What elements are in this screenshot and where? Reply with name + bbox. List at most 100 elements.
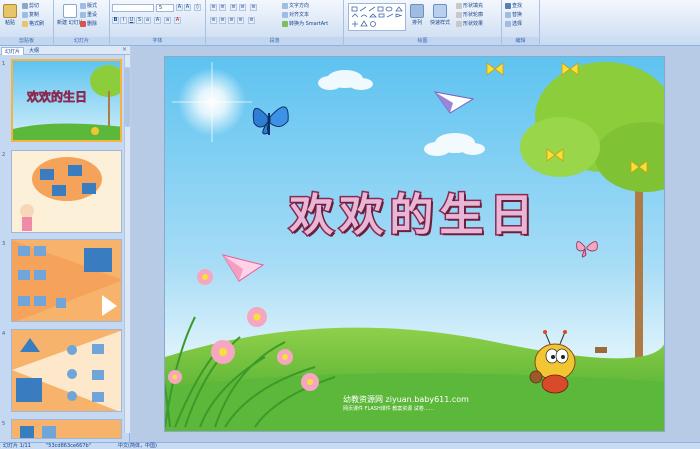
slide-4-preview bbox=[12, 330, 121, 411]
slide-1-preview: 欢欢的生日 bbox=[13, 61, 120, 140]
font-color-button[interactable]: A bbox=[174, 17, 181, 24]
replace-icon bbox=[505, 11, 511, 18]
layout-button[interactable]: 版式 bbox=[80, 2, 97, 9]
tab-outline[interactable]: 大纲 bbox=[26, 47, 42, 55]
arrange-button[interactable]: 排列 bbox=[410, 4, 424, 26]
scissors-icon bbox=[22, 2, 28, 9]
scrollbar-thumb[interactable] bbox=[125, 67, 130, 127]
clear-format-button[interactable]: ◊ bbox=[194, 4, 201, 11]
slide-thumbnail-5[interactable] bbox=[11, 419, 122, 439]
slide-artwork bbox=[165, 62, 664, 431]
slide-thumbnail-1[interactable]: 欢欢的生日 bbox=[11, 59, 122, 142]
char-spacing-button[interactable]: A bbox=[154, 17, 161, 24]
align-right-button[interactable]: ≡ bbox=[228, 17, 235, 24]
pen-icon bbox=[456, 11, 462, 18]
text-direction-icon bbox=[282, 2, 288, 9]
copy-button[interactable]: 复制 bbox=[22, 11, 39, 18]
bullets-button[interactable]: ≡ bbox=[210, 4, 217, 11]
shape-outline-button[interactable]: 形状轮廓 bbox=[456, 11, 483, 18]
shape-effects-button[interactable]: 形状效果 bbox=[456, 20, 483, 27]
slide-editing-area: 欢欢的生日 幼教资源网 ziyuan.baby611.com 网页课件 FLAS… bbox=[131, 46, 700, 442]
close-panel-icon[interactable]: × bbox=[122, 46, 127, 53]
arrange-icon bbox=[410, 4, 424, 18]
binoculars-icon bbox=[505, 2, 511, 9]
reset-icon bbox=[80, 11, 86, 18]
format-painter-button[interactable]: 格式刷 bbox=[22, 20, 44, 27]
decrease-indent-button[interactable]: ≡ bbox=[230, 4, 237, 11]
slide-number: 1 bbox=[2, 61, 6, 67]
drawing-label: 绘图 bbox=[344, 37, 501, 45]
shrink-font-button[interactable]: A bbox=[184, 4, 191, 11]
select-button[interactable]: 选择 bbox=[505, 20, 522, 27]
font-size-box[interactable]: 5 bbox=[156, 4, 174, 12]
smartart-button[interactable]: 转换为 SmartArt bbox=[282, 20, 328, 27]
new-slide-icon bbox=[63, 4, 78, 18]
paste-button[interactable]: 粘贴 bbox=[3, 4, 17, 26]
panel-scrollbar[interactable] bbox=[124, 55, 130, 433]
slide-thumbnail-3[interactable] bbox=[11, 239, 122, 322]
slide-number: 3 bbox=[2, 241, 6, 247]
line-spacing-button[interactable]: ≡ bbox=[250, 4, 257, 11]
shape-fill-button[interactable]: 形状填充 bbox=[456, 2, 483, 9]
slide-thumbnail-4[interactable] bbox=[11, 329, 122, 412]
strikethrough-button[interactable]: S bbox=[136, 17, 143, 24]
language-indicator: 中文(简体，中国) bbox=[118, 443, 157, 449]
layout-icon bbox=[80, 2, 86, 9]
ribbon: 粘贴 剪切 复制 格式刷 剪贴板 新建 幻灯片 版式 重设 删除 幻灯片 5 A… bbox=[0, 0, 700, 46]
align-text-icon bbox=[282, 11, 288, 18]
paragraph-group: ≡ ≡ ≡ ≡ ≡ ≡ ≡ ≡ ≡ ≡ 文字方向 对齐文本 转换为 SmartA… bbox=[206, 0, 344, 46]
font-group: 5 A A ◊ B I U S a A a A 字体 bbox=[110, 0, 206, 46]
grow-font-button[interactable]: A bbox=[176, 4, 183, 11]
align-left-button[interactable]: ≡ bbox=[210, 17, 217, 24]
find-button[interactable]: 查找 bbox=[505, 2, 522, 9]
clipboard-group: 粘贴 剪切 复制 格式刷 剪贴板 bbox=[0, 0, 54, 46]
drawing-group: 排列 快速样式 形状填充 形状轮廓 形状效果 绘图 bbox=[344, 0, 502, 46]
italic-button[interactable]: I bbox=[120, 17, 127, 24]
align-text-button[interactable]: 对齐文本 bbox=[282, 11, 309, 18]
editing-label: 编辑 bbox=[502, 37, 539, 45]
smartart-icon bbox=[282, 20, 288, 27]
increase-indent-button[interactable]: ≡ bbox=[239, 4, 246, 11]
slide-number: 4 bbox=[2, 331, 6, 337]
shapes-gallery-icons bbox=[351, 6, 403, 27]
copy-icon bbox=[22, 11, 28, 18]
columns-button[interactable]: ≡ bbox=[248, 17, 255, 24]
slide-title[interactable]: 欢欢的生日 bbox=[165, 179, 664, 243]
shapes-gallery[interactable] bbox=[348, 3, 406, 31]
paper-plane-icon bbox=[221, 254, 265, 282]
effects-icon bbox=[456, 20, 462, 27]
align-center-button[interactable]: ≡ bbox=[219, 17, 226, 24]
underline-button[interactable]: U bbox=[128, 17, 135, 24]
cloud-icon bbox=[424, 133, 485, 156]
change-case-button[interactable]: a bbox=[164, 17, 171, 24]
cloud-icon bbox=[318, 70, 373, 90]
cut-button[interactable]: 剪切 bbox=[22, 2, 39, 9]
delete-button[interactable]: 删除 bbox=[80, 20, 97, 27]
current-slide[interactable]: 欢欢的生日 幼教资源网 ziyuan.baby611.com 网页课件 FLAS… bbox=[164, 56, 665, 432]
slides-label: 幻灯片 bbox=[54, 37, 109, 45]
panel-tabs: 幻灯片 大纲 × bbox=[0, 46, 130, 55]
paper-plane-icon bbox=[433, 91, 475, 114]
slide-number: 5 bbox=[2, 421, 6, 427]
slide-3-preview bbox=[12, 240, 121, 321]
status-bar: 幻灯片 1/11 "53cd863ce667b" 中文(简体，中国) bbox=[0, 442, 700, 449]
bold-button[interactable]: B bbox=[112, 17, 119, 24]
justify-button[interactable]: ≡ bbox=[237, 17, 244, 24]
paste-icon bbox=[3, 4, 17, 18]
shadow-button[interactable]: a bbox=[144, 17, 151, 24]
slide-number: 2 bbox=[2, 152, 6, 158]
svg-text:欢欢的生日: 欢欢的生日 bbox=[26, 89, 87, 104]
slide-thumbnail-2[interactable] bbox=[11, 150, 122, 233]
slide-5-preview bbox=[12, 420, 121, 438]
replace-button[interactable]: 替换 bbox=[505, 11, 522, 18]
slides-group: 新建 幻灯片 版式 重设 删除 幻灯片 bbox=[54, 0, 110, 46]
paragraph-label: 段落 bbox=[206, 37, 343, 45]
tab-slides[interactable]: 幻灯片 bbox=[1, 47, 25, 55]
reset-button[interactable]: 重设 bbox=[80, 11, 97, 18]
editing-group: 查找 替换 选择 编辑 bbox=[502, 0, 540, 46]
font-name-box[interactable] bbox=[112, 4, 154, 12]
text-direction-button[interactable]: 文字方向 bbox=[282, 2, 309, 9]
paint-bucket-icon bbox=[456, 2, 462, 9]
numbering-button[interactable]: ≡ bbox=[219, 4, 226, 11]
quick-styles-button[interactable]: 快速样式 bbox=[430, 4, 450, 26]
